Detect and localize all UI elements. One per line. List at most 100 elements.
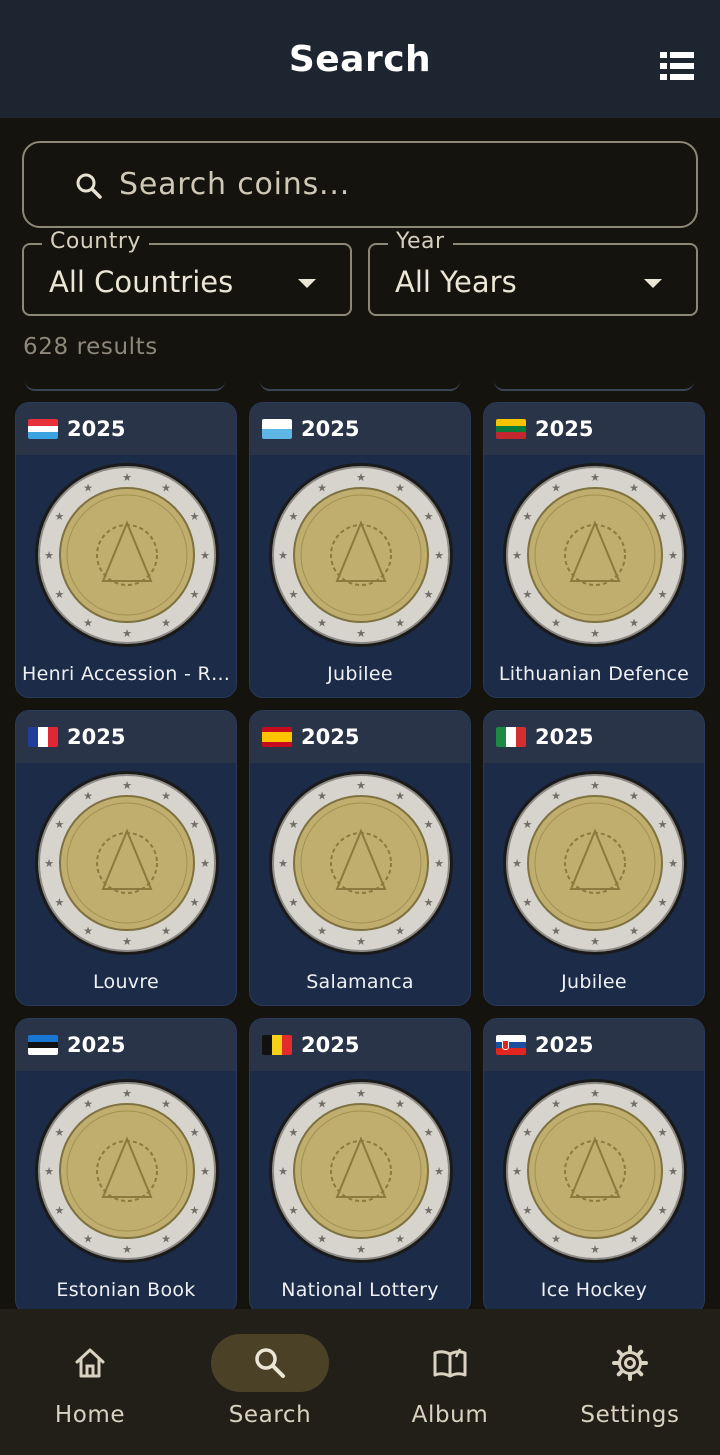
svg-text:★: ★ [161,925,171,938]
coin-year: 2025 [535,725,594,749]
search-input[interactable]: Search coins... [22,141,698,228]
coin-year: 2025 [301,1033,360,1057]
card-edge [25,381,225,391]
france-flag-icon [28,727,58,747]
svg-text:★: ★ [278,549,288,562]
svg-text:★: ★ [190,1126,200,1139]
svg-text:★: ★ [55,1204,65,1217]
coin-card[interactable]: 2025 ★ ★ ★ ★ ★ ★ ★ ★ ★ ★ ★ ★ Jubilee [249,402,471,698]
svg-text:★: ★ [658,818,668,831]
svg-text:★: ★ [523,588,533,601]
svg-text:★: ★ [200,1165,210,1178]
coin-name: Ice Hockey [540,1279,648,1301]
svg-text:★: ★ [83,481,93,494]
svg-text:★: ★ [161,789,171,802]
coin-name: Lithuanian Defence [498,663,690,685]
svg-text:★: ★ [424,818,434,831]
svg-text:★: ★ [395,789,405,802]
coin-card[interactable]: 2025 ★ ★ ★ ★ ★ ★ ★ ★ ★ ★ ★ ★ Ice Hockey [483,1018,705,1314]
svg-text:★: ★ [161,1233,171,1246]
svg-text:★: ★ [190,818,200,831]
svg-text:★: ★ [590,779,600,792]
svg-text:★: ★ [629,1233,639,1246]
svg-text:★: ★ [317,1097,327,1110]
country-dropdown[interactable]: Country All Countries [22,229,352,316]
svg-text:★: ★ [590,935,600,948]
svg-text:★: ★ [122,1243,132,1256]
coin-card[interactable]: 2025 ★ ★ ★ ★ ★ ★ ★ ★ ★ ★ ★ ★ Jubilee [483,710,705,1006]
results-count: 628 results [23,334,158,360]
year-dropdown[interactable]: Year All Years [368,229,698,316]
coin-image: ★ ★ ★ ★ ★ ★ ★ ★ ★ ★ ★ ★ [503,1079,687,1263]
coin-card-header: 2025 [250,403,470,455]
svg-text:★: ★ [55,588,65,601]
svg-text:★: ★ [44,857,54,870]
coin-card[interactable]: 2025 ★ ★ ★ ★ ★ ★ ★ ★ ★ ★ ★ ★ Henri Accession - R… [15,402,237,698]
svg-text:★: ★ [551,789,561,802]
svg-text:★: ★ [551,1097,561,1110]
svg-text:★: ★ [424,1126,434,1139]
svg-text:★: ★ [55,896,65,909]
list-view-icon[interactable] [660,52,694,80]
coin-year: 2025 [535,1033,594,1057]
svg-text:★: ★ [122,1087,132,1100]
coin-image: ★ ★ ★ ★ ★ ★ ★ ★ ★ ★ ★ ★ [35,1079,219,1263]
svg-text:★: ★ [83,925,93,938]
svg-text:★: ★ [523,1204,533,1217]
coin-card[interactable]: 2025 ★ ★ ★ ★ ★ ★ ★ ★ ★ ★ ★ ★ Louvre [15,710,237,1006]
nav-home[interactable]: Home [0,1309,180,1455]
lithuania-flag-icon [496,419,526,439]
coin-image: ★ ★ ★ ★ ★ ★ ★ ★ ★ ★ ★ ★ [269,771,453,955]
coin-image: ★ ★ ★ ★ ★ ★ ★ ★ ★ ★ ★ ★ [503,463,687,647]
coin-year: 2025 [535,417,594,441]
nav-label: Search [228,1402,312,1428]
svg-text:★: ★ [289,896,299,909]
coin-year: 2025 [67,417,126,441]
coin-card[interactable]: 2025 ★ ★ ★ ★ ★ ★ ★ ★ ★ ★ ★ ★ Estonian Book [15,1018,237,1314]
coin-image: ★ ★ ★ ★ ★ ★ ★ ★ ★ ★ ★ ★ [35,771,219,955]
svg-text:★: ★ [161,617,171,630]
svg-text:★: ★ [161,481,171,494]
gear-icon [612,1345,648,1381]
nav-album[interactable]: Album [360,1309,540,1455]
coin-card[interactable]: 2025 ★ ★ ★ ★ ★ ★ ★ ★ ★ ★ ★ ★ Lithuanian Defence [483,402,705,698]
svg-text:★: ★ [512,857,522,870]
svg-text:★: ★ [317,481,327,494]
svg-text:★: ★ [668,549,678,562]
svg-text:★: ★ [629,789,639,802]
svg-text:★: ★ [658,896,668,909]
coin-card[interactable]: 2025 ★ ★ ★ ★ ★ ★ ★ ★ ★ ★ ★ ★ Salamanca [249,710,471,1006]
coin-card-header: 2025 [16,1019,236,1071]
svg-text:★: ★ [83,1097,93,1110]
svg-text:★: ★ [289,588,299,601]
svg-text:★: ★ [122,627,132,640]
coin-image: ★ ★ ★ ★ ★ ★ ★ ★ ★ ★ ★ ★ [269,1079,453,1263]
svg-text:★: ★ [200,549,210,562]
coin-name: Louvre [92,971,160,993]
svg-text:★: ★ [190,1204,200,1217]
coin-image: ★ ★ ★ ★ ★ ★ ★ ★ ★ ★ ★ ★ [35,463,219,647]
svg-text:★: ★ [668,857,678,870]
slovakia-flag-icon [496,1035,526,1055]
svg-text:★: ★ [590,1243,600,1256]
nav-search[interactable]: Search [180,1309,360,1455]
svg-text:★: ★ [55,510,65,523]
chevron-down-icon [644,279,662,288]
coin-name: Jubilee [561,971,627,993]
svg-text:★: ★ [83,789,93,802]
chevron-down-icon [298,279,316,288]
belgium-flag-icon [262,1035,292,1055]
svg-text:★: ★ [356,471,366,484]
svg-text:★: ★ [424,896,434,909]
svg-text:★: ★ [434,857,444,870]
bottom-navigation: Home Search Album Settings [0,1309,720,1455]
coin-card-header: 2025 [16,711,236,763]
svg-text:★: ★ [83,617,93,630]
nav-settings[interactable]: Settings [540,1309,720,1455]
coin-card[interactable]: 2025 ★ ★ ★ ★ ★ ★ ★ ★ ★ ★ ★ ★ National Lottery [249,1018,471,1314]
search-icon [76,173,102,199]
luxembourg-flag-icon [28,419,58,439]
coin-name: Jubilee [327,663,393,685]
svg-text:★: ★ [590,1087,600,1100]
svg-text:★: ★ [356,627,366,640]
